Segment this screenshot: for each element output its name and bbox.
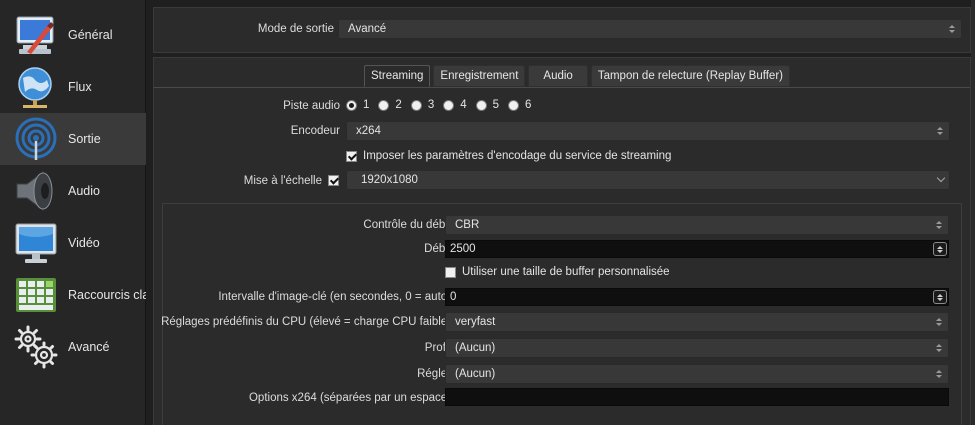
updown-arrows-icon — [931, 122, 949, 140]
sidebar-item-label: Avancé — [68, 340, 110, 354]
rescale-label: Mise à l'échelle — [243, 175, 322, 187]
checkbox-box — [346, 150, 357, 162]
sidebar-item-output[interactable]: Sortie — [0, 113, 146, 165]
spin-updown-icon[interactable] — [933, 290, 947, 304]
updown-arrows-icon — [943, 20, 961, 38]
gears-icon — [11, 323, 61, 371]
cpu-preset-select[interactable]: veryfast — [445, 312, 949, 332]
tab-divider — [154, 87, 970, 88]
updown-arrows-icon — [930, 313, 948, 331]
output-broadcast-icon — [11, 115, 61, 163]
sidebar-item-stream[interactable]: Flux — [0, 61, 146, 113]
encoder-settings-group: Contrôle du débit CBR Débit 2500 Utilise… — [161, 203, 962, 425]
output-mode-value: Avancé — [348, 23, 387, 35]
audio-track-radio-1[interactable]: 1 — [346, 99, 369, 111]
tune-value: (Aucun) — [455, 368, 496, 380]
output-mode-select[interactable]: Avancé — [338, 19, 962, 39]
enforce-service-label: Imposer les paramètres d'encodage du ser… — [363, 150, 672, 162]
audio-track-radio-4[interactable]: 4 — [443, 99, 467, 111]
updown-arrows-icon — [930, 365, 948, 383]
x264-options-label: Options x264 (séparées par un espace) — [248, 392, 451, 404]
updown-arrows-icon — [930, 339, 948, 357]
sidebar-item-label: Vidéo — [68, 236, 100, 250]
spin-updown-icon[interactable] — [933, 242, 947, 256]
sidebar-item-hotkeys[interactable]: Raccourcis clavier — [0, 269, 146, 321]
tune-select[interactable]: (Aucun) — [445, 364, 949, 384]
keyframe-label: Intervalle d'image-clé (en secondes, 0 =… — [218, 291, 451, 303]
encoder-label: Encodeur — [290, 125, 340, 137]
tab-streaming[interactable]: Streaming — [364, 65, 431, 87]
rate-control-label: Contrôle du débit — [363, 219, 451, 231]
checkbox-box — [445, 266, 456, 278]
rate-control-select[interactable]: CBR — [445, 215, 949, 235]
sidebar-item-label: Sortie — [68, 132, 101, 146]
output-settings-panel: Streaming Enregistrement Audio Tampon de… — [153, 57, 971, 425]
keyframe-input[interactable]: 0 — [445, 288, 949, 306]
sidebar-item-label: Général — [68, 28, 113, 42]
custom-buffer-checkbox[interactable]: Utiliser une taille de buffer personnali… — [445, 266, 670, 278]
settings-sidebar: Général Flux Sortie Audio Vidéo Raccourc… — [0, 0, 146, 425]
rescale-select[interactable]: 1920x1080 — [346, 170, 950, 190]
keyframe-value: 0 — [450, 291, 457, 303]
encoder-value: x264 — [356, 125, 381, 137]
encoder-select[interactable]: x264 — [346, 121, 950, 141]
profile-select[interactable]: (Aucun) — [445, 338, 949, 358]
sidebar-item-audio[interactable]: Audio — [0, 165, 146, 217]
updown-arrows-icon — [930, 216, 948, 234]
settings-main: Mode de sortie Avancé Streaming Enregist… — [150, 0, 975, 425]
rate-control-value: CBR — [455, 219, 480, 231]
enforce-service-checkbox[interactable]: Imposer les paramètres d'encodage du ser… — [346, 150, 671, 162]
output-tabs: Streaming Enregistrement Audio Tampon de… — [364, 65, 793, 87]
audio-track-label: Piste audio — [283, 100, 340, 112]
rescale-value: 1920x1080 — [361, 174, 418, 186]
custom-buffer-label: Utiliser une taille de buffer personnali… — [462, 266, 670, 278]
cpu-preset-value: veryfast — [455, 316, 496, 328]
sidebar-item-label: Audio — [68, 184, 100, 198]
bitrate-value: 2500 — [450, 243, 476, 255]
scrollbar[interactable] — [971, 0, 975, 425]
sidebar-item-advanced[interactable]: Avancé — [0, 321, 146, 373]
tab-recording[interactable]: Enregistrement — [433, 65, 526, 87]
rescale-checkbox[interactable] — [328, 175, 339, 186]
tab-audio[interactable]: Audio — [528, 65, 588, 87]
sidebar-item-label: Flux — [68, 80, 92, 94]
audio-track-radio-2[interactable]: 2 — [378, 99, 402, 111]
sidebar-item-general[interactable]: Général — [0, 9, 146, 61]
output-mode-label: Mode de sortie — [257, 23, 334, 35]
audio-track-radio-5[interactable]: 5 — [475, 99, 499, 111]
cpu-preset-label: Réglages prédéfinis du CPU (élevé = char… — [161, 316, 451, 328]
chevron-down-icon — [936, 173, 946, 183]
keyboard-icon — [11, 271, 61, 319]
monitor-icon — [11, 219, 61, 267]
audio-track-radio-3[interactable]: 3 — [410, 99, 434, 111]
speaker-icon — [11, 167, 61, 215]
sidebar-item-label: Raccourcis clavier — [68, 288, 146, 302]
audio-track-radio-6[interactable]: 6 — [508, 99, 531, 111]
x264-options-input[interactable] — [445, 388, 949, 406]
output-mode-panel: Mode de sortie Avancé — [153, 7, 971, 53]
audio-track-radios: 1 2 3 4 5 6 — [346, 99, 540, 111]
general-settings-icon — [11, 11, 61, 59]
profile-value: (Aucun) — [455, 342, 496, 354]
sidebar-item-video[interactable]: Vidéo — [0, 217, 146, 269]
stream-globe-icon — [11, 63, 61, 111]
bitrate-input[interactable]: 2500 — [445, 240, 949, 258]
tab-replay-buffer[interactable]: Tampon de relecture (Replay Buffer) — [590, 65, 790, 87]
